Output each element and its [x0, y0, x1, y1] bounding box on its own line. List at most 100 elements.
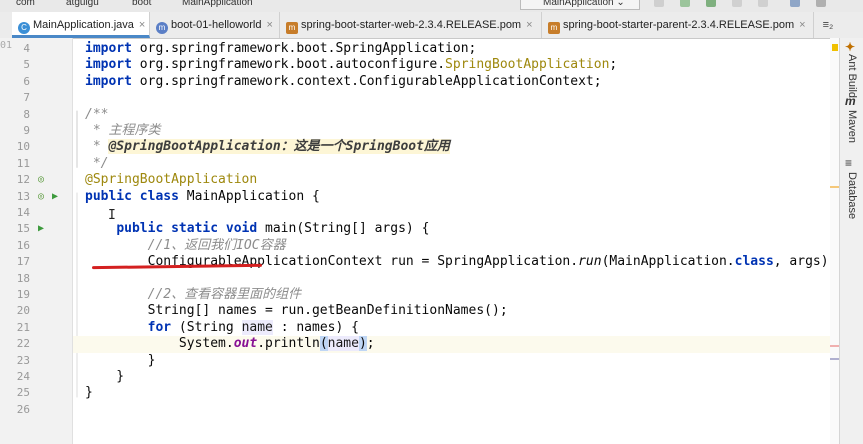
gutter-line[interactable]: 18 — [0, 271, 72, 287]
run-icon[interactable] — [654, 0, 664, 7]
code-line[interactable]: import org.springframework.context.Confi… — [85, 74, 602, 90]
code-token: public class — [85, 188, 179, 204]
error-stripe[interactable] — [830, 38, 839, 444]
error-marker[interactable] — [830, 345, 839, 347]
line-number: 10 — [16, 140, 30, 154]
folding-guides — [76, 110, 78, 398]
code-token: * 主程序类 — [85, 123, 161, 138]
line-number: 23 — [16, 353, 30, 367]
code-line[interactable]: //1、返回我们IOC容器 — [85, 238, 286, 254]
gutter-line[interactable]: 22 — [0, 336, 72, 352]
search-icon[interactable] — [816, 0, 826, 7]
gutter-line[interactable]: 16 — [0, 238, 72, 254]
code-token: ) — [358, 336, 367, 352]
code-line[interactable]: ConfigurableApplicationContext run = Spr… — [85, 254, 830, 270]
stop-icon[interactable] — [758, 0, 768, 7]
code-line[interactable]: import org.springframework.boot.autoconf… — [85, 57, 617, 73]
breadcrumb-item-mainapplication[interactable]: MainApplication — [182, 0, 253, 8]
usage-marker[interactable] — [830, 358, 839, 360]
code-line[interactable]: * @SpringBootApplication：这是一个SpringBoot应… — [85, 139, 450, 155]
maven-icon: m — [845, 94, 856, 108]
gutter-line[interactable]: 23 — [0, 353, 72, 369]
line-number: 8 — [23, 107, 30, 121]
navigation-bar: com atguigu boot MainApplication MainApp… — [0, 0, 863, 12]
gutter-line[interactable]: 13 ◎ ▶ — [0, 189, 72, 205]
gutter-line[interactable]: 4 — [0, 41, 72, 57]
gutter-line[interactable]: 20 — [0, 303, 72, 319]
code-token: public static void — [116, 221, 258, 237]
code-line[interactable]: } — [85, 385, 93, 401]
profile-icon[interactable] — [732, 0, 742, 7]
code-line[interactable]: } — [85, 352, 156, 369]
gutter-line[interactable]: 5 — [0, 57, 72, 73]
gutter-line[interactable]: 8 — [0, 107, 72, 123]
gutter-line[interactable]: 17 — [0, 254, 72, 270]
code-line[interactable]: /** — [85, 107, 108, 123]
gutter-line[interactable]: 26 — [0, 402, 72, 418]
code-token: } — [85, 352, 156, 368]
debug-icon[interactable] — [680, 0, 690, 7]
breadcrumb-item-atguigu[interactable]: atguigu — [66, 0, 99, 8]
run-icon[interactable]: ▶ — [52, 191, 58, 202]
gutter-line[interactable]: 19 — [0, 287, 72, 303]
code-token: //1、返回我们IOC容器 — [147, 237, 286, 253]
close-icon[interactable]: × — [139, 19, 145, 31]
close-icon[interactable]: × — [526, 19, 532, 31]
gutter-line[interactable]: 24 — [0, 369, 72, 385]
gutter-line[interactable]: 7 — [0, 90, 72, 106]
tab-boot-01-helloworld[interactable]: m boot-01-helloworld × — [150, 12, 280, 38]
code-line[interactable]: */ — [85, 156, 109, 172]
gutter-line[interactable]: 14 — [0, 205, 72, 221]
gutter-line[interactable]: 21 — [0, 320, 72, 336]
code-line[interactable]: @SpringBootApplication — [85, 172, 257, 188]
gutter-line[interactable]: 6 — [0, 74, 72, 90]
gutter-line[interactable]: 10 — [0, 139, 72, 155]
tool-window-database[interactable]: ≡ Database — [840, 156, 863, 246]
code-line[interactable]: String[] names = run.getBeanDefinitionNa… — [85, 303, 508, 319]
gutter-line[interactable]: 11 — [0, 156, 72, 172]
gutter-line[interactable]: 12 ◎ — [0, 172, 72, 188]
editor-gutter[interactable]: 01 4 5 6 7 8 9 10 11 12 ◎ 13 ◎ ▶ 14 15 ▶ 16 17 18 19 20 21 22 2… — [0, 38, 73, 444]
code-token: for — [147, 319, 172, 335]
run-icon[interactable]: ▶ — [38, 224, 44, 234]
code-line[interactable]: import org.springframework.boot.SpringAp… — [85, 41, 476, 57]
code-token: class — [734, 254, 774, 270]
coverage-icon[interactable] — [706, 0, 716, 7]
code-token: @SpringBootApplication — [85, 172, 258, 188]
tab-list-menu-icon[interactable]: ≡₂ — [816, 12, 840, 38]
line-number: 13 — [16, 189, 30, 203]
line-number: 21 — [16, 320, 30, 334]
code-line[interactable]: //2、查看容器里面的组件 — [85, 287, 301, 303]
code-line[interactable]: for (String name : names) { — [85, 319, 359, 336]
tab-label: boot-01-helloworld — [171, 19, 262, 31]
text-cursor: I — [108, 208, 116, 223]
breadcrumb-item-boot[interactable]: boot — [132, 0, 151, 8]
line-number: 24 — [16, 370, 30, 383]
gutter-line[interactable]: 15 ▶ — [0, 221, 72, 237]
xml-file-icon: m — [286, 22, 298, 34]
close-icon[interactable]: × — [799, 19, 805, 31]
spring-bean-icon[interactable]: ◎ — [38, 175, 44, 185]
code-line[interactable]: public static void main(String[] args) { — [85, 221, 429, 237]
spring-bean-icon[interactable]: ◎ — [38, 191, 44, 202]
project-structure-icon[interactable] — [790, 0, 800, 7]
close-icon[interactable]: × — [267, 19, 273, 31]
run-configuration-selector[interactable]: MainApplication ⌄ — [520, 0, 640, 10]
code-token: name — [327, 336, 359, 352]
code-line[interactable]: * 主程序类 — [85, 123, 161, 139]
tab-mainapplication-java[interactable]: C MainApplication.java × — [12, 12, 150, 38]
gutter-line[interactable]: 9 — [0, 123, 72, 139]
code-line[interactable]: } — [85, 369, 124, 385]
code-token: , args); — [773, 254, 830, 270]
code-line[interactable]: System.out.println(name); — [85, 336, 375, 352]
tab-spring-boot-starter-web-pom[interactable]: m spring-boot-starter-web-2.3.4.RELEASE.p… — [280, 12, 542, 38]
code-editor[interactable]: import org.springframework.boot.SpringAp… — [73, 38, 830, 444]
breadcrumb-item-com[interactable]: com — [16, 0, 35, 8]
gutter-line[interactable]: 25 — [0, 385, 72, 401]
warning-marker[interactable] — [830, 186, 839, 188]
tab-spring-boot-starter-parent-pom[interactable]: m spring-boot-starter-parent-2.3.4.RELEAS… — [542, 12, 814, 38]
analysis-status-icon[interactable] — [832, 44, 838, 51]
database-icon: ≡ — [845, 156, 853, 170]
code-line[interactable]: public class MainApplication { — [85, 189, 320, 205]
